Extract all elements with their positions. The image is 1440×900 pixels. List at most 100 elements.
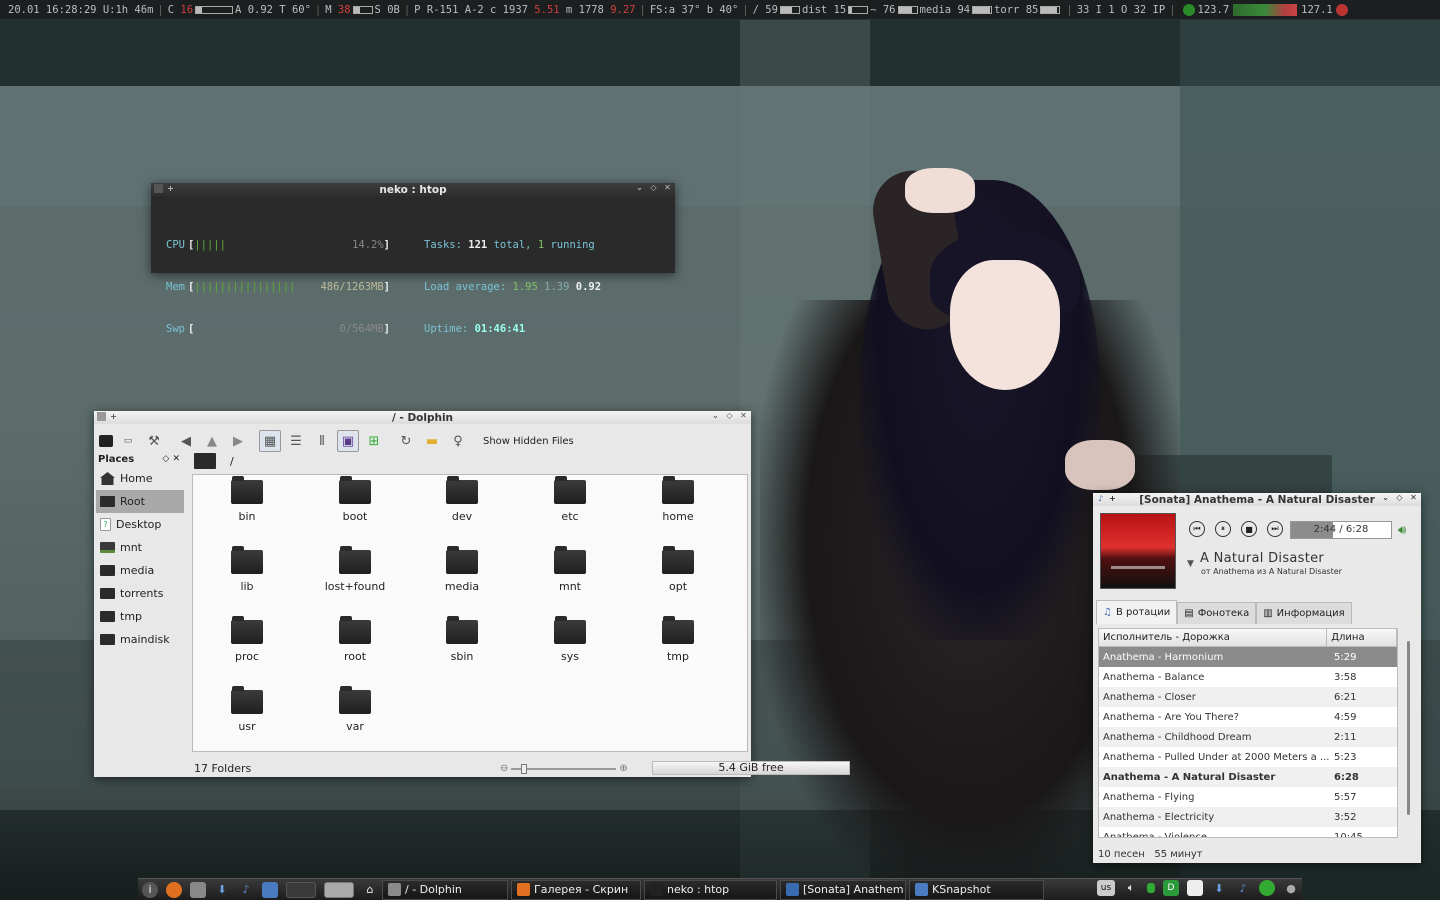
place-tmp[interactable]: tmp: [96, 605, 184, 628]
window-menu-icon[interactable]: ♪: [1096, 494, 1105, 503]
column-track[interactable]: Исполнитель - Дорожка: [1099, 629, 1328, 646]
folder-item[interactable]: sbin: [412, 616, 512, 663]
music-icon[interactable]: ♪: [238, 882, 254, 898]
forward-arrow-icon[interactable]: ▶: [227, 430, 249, 452]
folder-item[interactable]: tmp: [628, 616, 728, 663]
zoom-in-icon[interactable]: ⊕: [619, 763, 627, 774]
playlist-row[interactable]: Anathema - Pulled Under at 2000 Meters a…: [1099, 747, 1397, 767]
column-length[interactable]: Длина: [1327, 629, 1397, 646]
minimize-icon[interactable]: ⌄: [635, 183, 644, 192]
pager-icon[interactable]: [286, 881, 316, 898]
up-arrow-icon[interactable]: ▲: [201, 430, 223, 452]
minimize-icon[interactable]: ⌄: [711, 411, 720, 420]
dolphin-titlebar[interactable]: + / - Dolphin ⌄ ◇ ✕: [94, 411, 751, 424]
tab-library[interactable]: ▤ Фонотека: [1177, 602, 1257, 624]
taskbar-task[interactable]: neko : htop: [644, 879, 777, 900]
tab-info[interactable]: ▥ Информация: [1256, 602, 1352, 624]
previous-track-icon[interactable]: ⏮: [1189, 521, 1205, 537]
keyboard-layout[interactable]: us: [1097, 880, 1115, 896]
playlist-row[interactable]: Anathema - Electricity 3:52: [1099, 807, 1397, 827]
playlist-row[interactable]: Anathema - Violence 10:45: [1099, 827, 1397, 838]
battery-icon[interactable]: [1147, 883, 1155, 893]
icons-view-icon[interactable]: ▦: [259, 430, 281, 452]
taskbar-task[interactable]: KSnapshot: [909, 879, 1044, 900]
sticky-icon[interactable]: +: [166, 184, 175, 193]
folder-item[interactable]: lost+found: [305, 546, 405, 593]
home-icon[interactable]: ⌂: [362, 882, 378, 898]
settings-wrench-icon[interactable]: ⚒: [143, 430, 165, 452]
folder-item[interactable]: sys: [520, 616, 620, 663]
sonata-window[interactable]: ♪ + [Sonata] Anathema - A Natural Disaste…: [1093, 493, 1421, 863]
volume-icon[interactable]: 🔈︎: [1123, 880, 1139, 896]
playlist-row[interactable]: Anathema - A Natural Disaster 6:28: [1099, 767, 1397, 787]
folder-item[interactable]: bin: [197, 476, 297, 523]
sonata-titlebar[interactable]: ♪ + [Sonata] Anathema - A Natural Disaste…: [1093, 493, 1421, 506]
reload-icon[interactable]: ↻: [395, 430, 417, 452]
album-cover[interactable]: [1100, 513, 1176, 589]
folder-item[interactable]: home: [628, 476, 728, 523]
places-close-icon[interactable]: ◇ ✕: [162, 454, 180, 464]
taskbar-task[interactable]: Галерея - Скрин: [511, 879, 641, 900]
maximize-icon[interactable]: ◇: [1395, 493, 1404, 502]
microphone-icon[interactable]: ●: [1283, 880, 1299, 896]
folder-item[interactable]: media: [412, 546, 512, 593]
place-mnt[interactable]: mnt: [96, 536, 184, 559]
window-menu-icon[interactable]: [154, 184, 163, 193]
folder-item[interactable]: usr: [197, 686, 297, 733]
screenshot-icon[interactable]: [262, 881, 278, 898]
taskbar-task[interactable]: / - Dolphin: [382, 879, 508, 900]
place-home[interactable]: Home: [96, 467, 184, 490]
playlist-row[interactable]: Anathema - Are You There? 4:59: [1099, 707, 1397, 727]
d-app-icon[interactable]: D: [1163, 880, 1179, 896]
download-icon[interactable]: ⬇: [1211, 880, 1227, 896]
track-progress[interactable]: 2:44 / 6:28: [1290, 521, 1392, 539]
sticky-icon[interactable]: +: [109, 412, 118, 421]
place-torrents[interactable]: torrents: [96, 582, 184, 605]
volume-icon[interactable]: 🔊︎: [1398, 523, 1416, 538]
playlist-row[interactable]: Anathema - Closer 6:21: [1099, 687, 1397, 707]
playlist-row[interactable]: Anathema - Balance 3:58: [1099, 667, 1397, 687]
breadcrumb[interactable]: /: [192, 451, 750, 471]
preview-icon[interactable]: ▣: [337, 430, 359, 452]
taskbar-task[interactable]: [Sonata] Anathem: [780, 879, 906, 900]
maximize-icon[interactable]: ◇: [649, 183, 658, 192]
show-hidden-files-button[interactable]: Show Hidden Files: [483, 436, 574, 447]
details-view-icon[interactable]: ☰: [285, 430, 307, 452]
pager-active-icon[interactable]: [324, 881, 354, 898]
folder-item[interactable]: mnt: [520, 546, 620, 593]
zoom-slider[interactable]: ⊖ ⊕: [500, 763, 628, 774]
folder-item[interactable]: dev: [412, 476, 512, 523]
expander-icon[interactable]: ▼: [1187, 559, 1194, 569]
pause-icon[interactable]: ⏸: [1215, 521, 1231, 537]
drive-icon[interactable]: [190, 881, 206, 898]
info-icon[interactable]: i: [142, 881, 158, 898]
folder-item[interactable]: var: [305, 686, 405, 733]
playlist-row[interactable]: Anathema - Flying 5:57: [1099, 787, 1397, 807]
stop-icon[interactable]: ■: [1241, 521, 1257, 537]
close-icon[interactable]: ✕: [663, 183, 672, 192]
dolphin-window[interactable]: + / - Dolphin ⌄ ◇ ✕ ▭ ⚒ ◀ ▲ ▶ ▦ ☰ ⫴ ▣ ⊞ ↻ …: [94, 411, 850, 777]
music-icon[interactable]: ♪: [1235, 880, 1251, 896]
folder-item[interactable]: root: [305, 616, 405, 663]
folder-item[interactable]: opt: [628, 546, 728, 593]
playlist-scrollbar[interactable]: [1407, 641, 1410, 815]
tab-current[interactable]: ♫ В ротации: [1096, 600, 1178, 624]
minimize-icon[interactable]: ⌄: [1381, 493, 1390, 502]
place-media[interactable]: media: [96, 559, 184, 582]
new-folder-icon[interactable]: ▬: [421, 430, 443, 452]
zoom-out-icon[interactable]: ⊖: [500, 763, 508, 774]
close-icon[interactable]: ✕: [1409, 493, 1418, 502]
playlist-row[interactable]: Anathema - Childhood Dream 2:11: [1099, 727, 1397, 747]
rename-icon[interactable]: ▭: [117, 430, 139, 452]
place-root[interactable]: Root: [96, 490, 184, 513]
sticky-icon[interactable]: +: [1108, 494, 1117, 503]
folder-item[interactable]: proc: [197, 616, 297, 663]
show-hidden-bulb-icon[interactable]: ♀: [447, 430, 469, 452]
breadcrumb-path[interactable]: /: [230, 455, 234, 468]
maximize-icon[interactable]: ◇: [725, 411, 734, 420]
htop-window[interactable]: + neko : htop ⌄ ◇ ✕ CPU[||||| 14.2%] Mem[||…: [151, 183, 675, 335]
download-icon[interactable]: ⬇: [214, 882, 230, 898]
folder-item[interactable]: etc: [520, 476, 620, 523]
place-maindisk[interactable]: maindisk: [96, 628, 184, 651]
columns-view-icon[interactable]: ⫴: [311, 430, 333, 452]
